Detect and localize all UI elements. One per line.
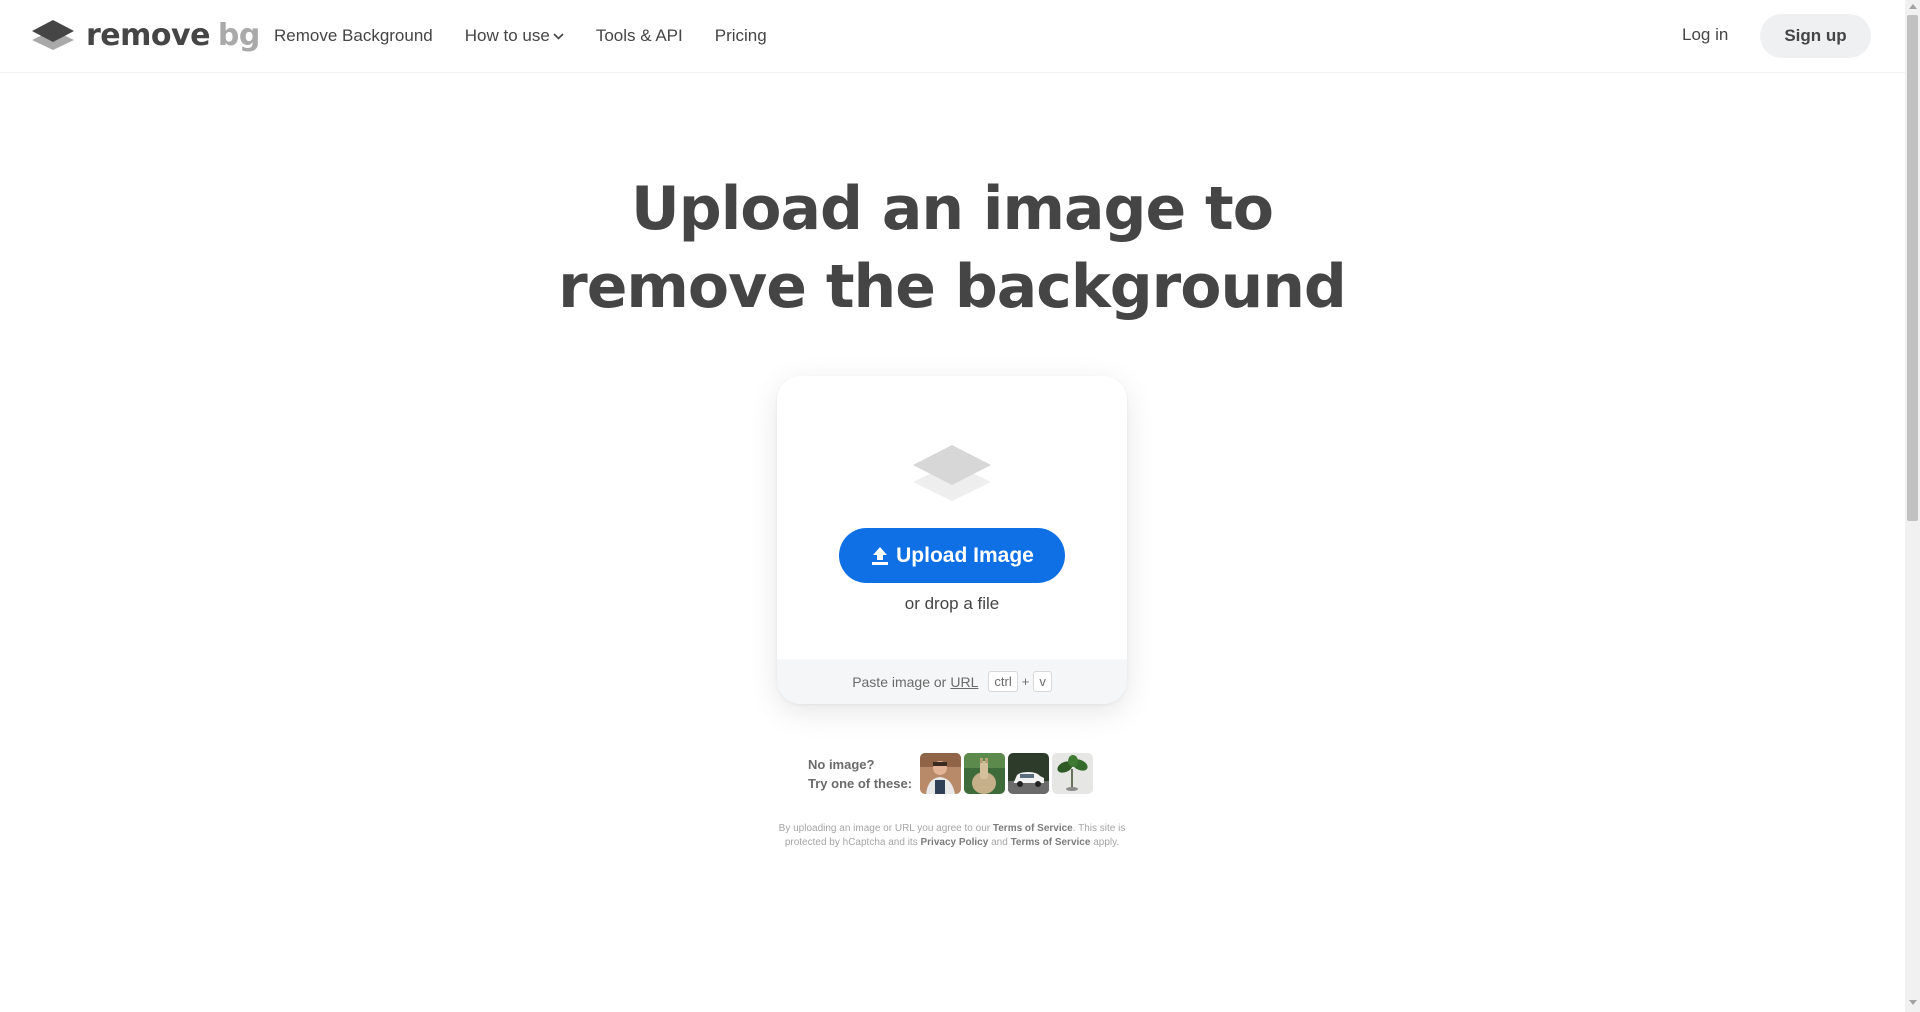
sample-images: No image? Try one of these: — [808, 753, 1096, 794]
kbd-v: v — [1033, 671, 1052, 692]
sample-label-line-2: Try one of these: — [808, 775, 913, 791]
nav-tools-api[interactable]: Tools & API — [596, 26, 683, 46]
logo-text-remove: remove — [86, 18, 210, 53]
legal-text-4: apply. — [1093, 837, 1120, 848]
privacy-policy-link[interactable]: Privacy Policy — [920, 837, 988, 848]
page-scrollbar[interactable] — [1905, 0, 1920, 1012]
scroll-down-arrow-icon[interactable] — [1909, 1000, 1917, 1005]
hero-title-line-2: remove the background — [558, 252, 1347, 322]
upload-arrow-icon — [872, 546, 889, 565]
scroll-up-arrow-icon[interactable] — [1909, 4, 1917, 9]
terms-of-service-link[interactable]: Terms of Service — [993, 823, 1073, 834]
nav-label: How to use — [464, 26, 550, 45]
chevron-down-icon — [553, 33, 564, 40]
sample-label-line-1: No image? — [808, 756, 875, 772]
upload-image-button[interactable]: Upload Image — [839, 528, 1065, 583]
nav-pricing[interactable]: Pricing — [715, 26, 767, 46]
nav-how-to-use[interactable]: How to use — [465, 26, 564, 46]
upload-button-label: Upload Image — [896, 543, 1034, 567]
nav-label: Tools & API — [595, 26, 683, 45]
signup-button[interactable]: Sign up — [1760, 14, 1871, 58]
paste-text: Paste image or — [852, 673, 947, 690]
logo[interactable]: remove bg — [31, 19, 260, 53]
removebg-logo-icon — [32, 20, 74, 50]
terms-of-service-link-2[interactable]: Terms of Service — [1011, 837, 1091, 848]
hero-title-line-1: Upload an image to — [631, 174, 1274, 244]
logo-text-bg: bg — [217, 18, 260, 53]
legal-notice: By uploading an image or URL you agree t… — [762, 822, 1142, 850]
paste-bar: Paste image or URL ctrl + v — [777, 659, 1127, 704]
legal-text-1: By uploading an image or URL you agree t… — [778, 823, 991, 834]
paste-url-link[interactable]: URL — [950, 674, 978, 690]
drop-file-hint: or drop a file — [904, 594, 1000, 613]
legal-text-3: and — [991, 837, 1008, 848]
main-nav: Remove Background How to use Tools & API… — [274, 0, 799, 72]
site-header: remove bg Remove Background How to use To… — [0, 0, 1905, 73]
kbd-ctrl: ctrl — [988, 671, 1018, 692]
kbd-plus: + — [1021, 674, 1030, 689]
login-link[interactable]: Log in — [1682, 25, 1728, 45]
sample-thumb-llama[interactable] — [964, 753, 1006, 794]
logo-wordmark: remove bg — [86, 19, 260, 53]
layers-icon — [913, 445, 991, 501]
sample-images-label: No image? Try one of these: — [808, 755, 912, 793]
nav-remove-background[interactable]: Remove Background — [274, 26, 433, 46]
scroll-thumb[interactable] — [1907, 15, 1918, 521]
upload-card[interactable]: Upload Image or drop a file Paste image … — [777, 376, 1127, 704]
nav-label: Remove Background — [274, 26, 433, 45]
sample-thumb-car[interactable] — [1008, 753, 1050, 794]
sample-thumb-person[interactable] — [920, 753, 962, 794]
sample-thumb-plant[interactable] — [1052, 753, 1094, 794]
nav-label: Pricing — [714, 26, 767, 45]
hero-title: Upload an image to remove the background — [452, 170, 1452, 326]
